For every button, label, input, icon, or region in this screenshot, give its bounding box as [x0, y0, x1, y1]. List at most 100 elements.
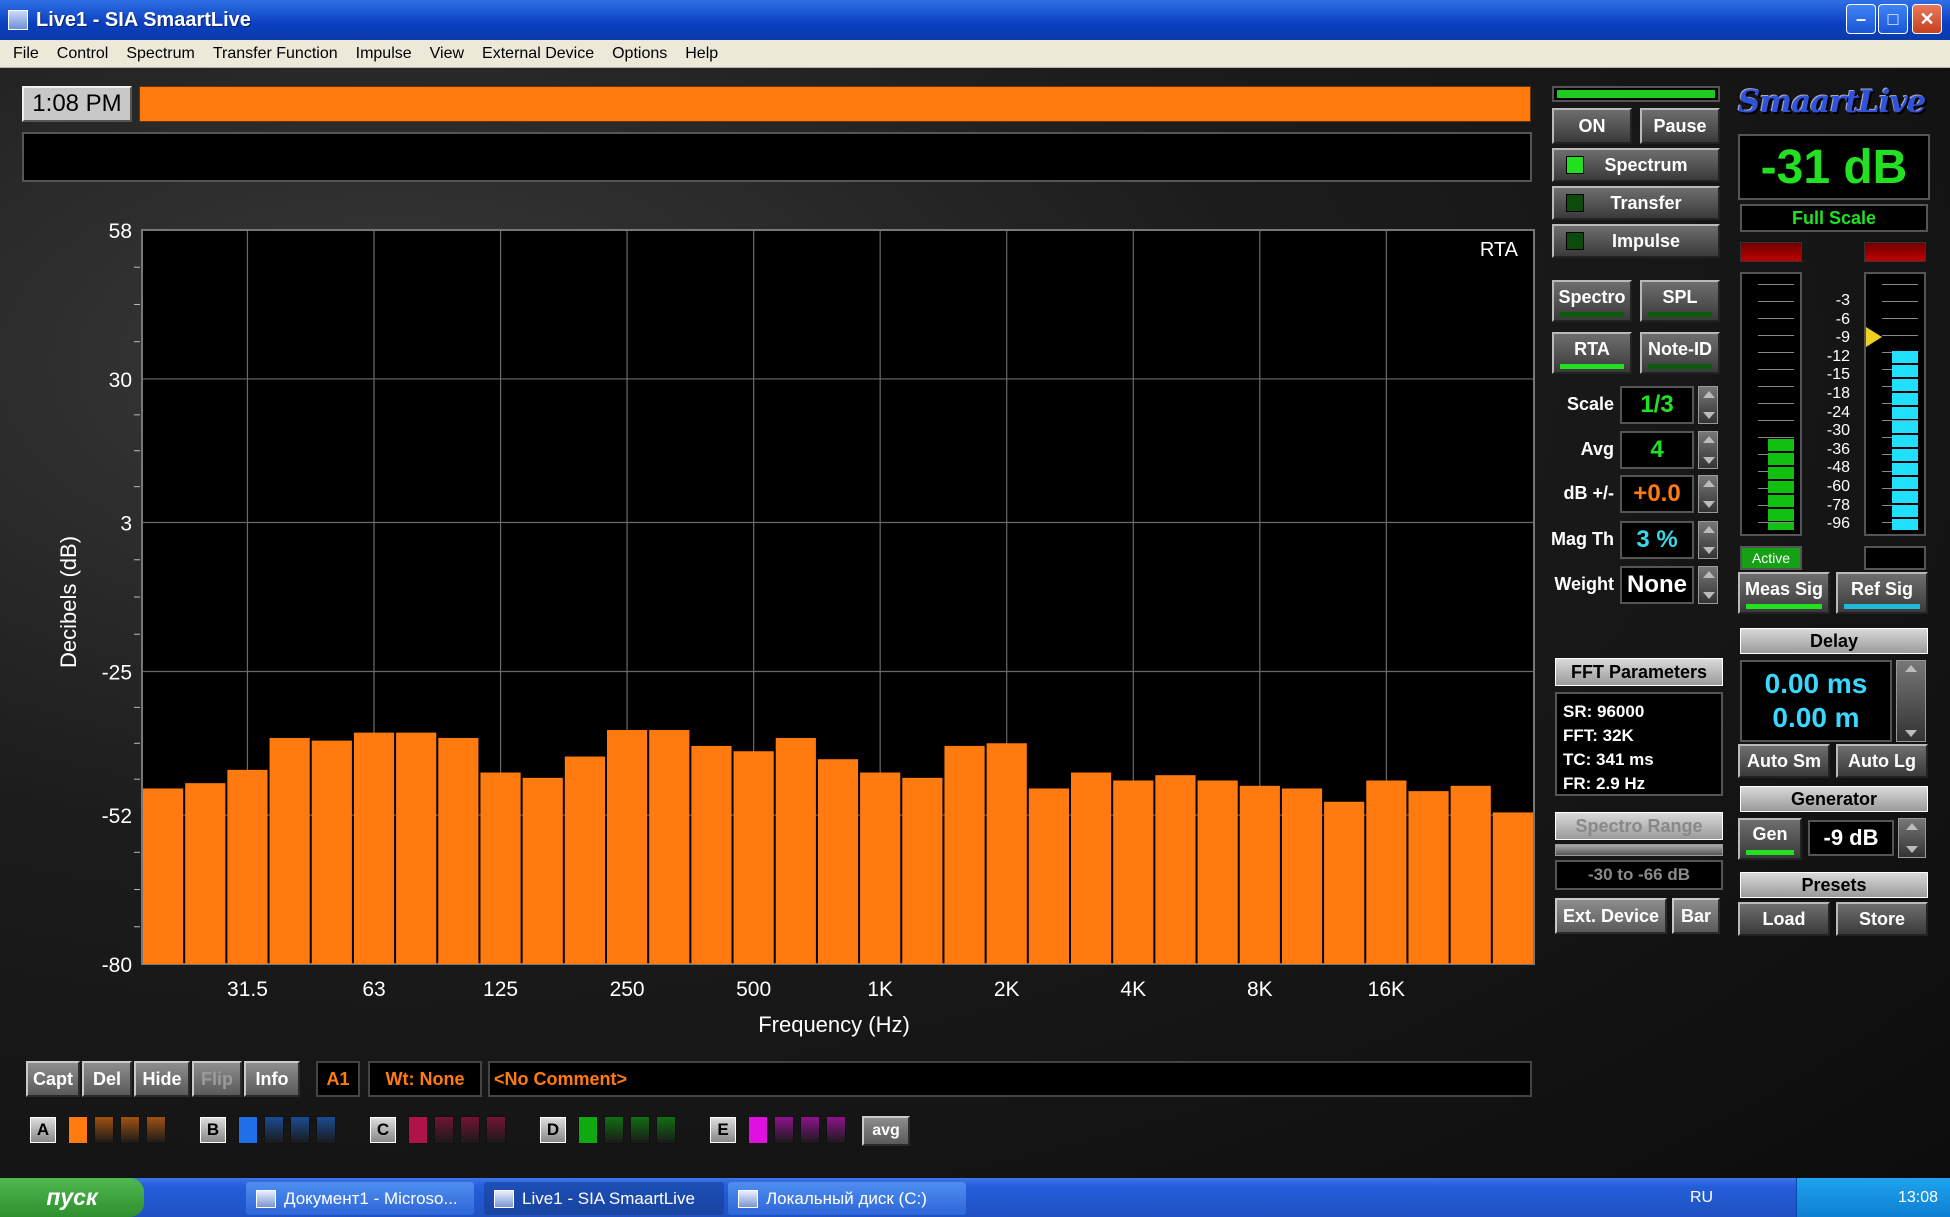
- start-button[interactable]: пуск: [0, 1178, 144, 1217]
- generator-header-button[interactable]: Generator: [1740, 786, 1928, 812]
- avg-spinner[interactable]: [1698, 431, 1718, 469]
- weight-up-icon[interactable]: [1703, 571, 1715, 578]
- rta-button[interactable]: RTA: [1552, 332, 1632, 374]
- spectrograph-button[interactable]: Spectro: [1552, 280, 1632, 322]
- bank-c-slot-1[interactable]: [408, 1116, 428, 1144]
- info-button[interactable]: Info: [244, 1061, 300, 1097]
- gen-button[interactable]: Gen: [1738, 818, 1802, 860]
- bank-b-slot-2[interactable]: [264, 1116, 284, 1144]
- bank-b-button[interactable]: B: [200, 1117, 226, 1143]
- gen-down-icon[interactable]: [1906, 846, 1918, 853]
- delete-button[interactable]: Del: [82, 1061, 132, 1097]
- scale-value[interactable]: 1/3: [1620, 386, 1694, 424]
- spectro-range-slider[interactable]: [1555, 844, 1723, 856]
- bank-d-button[interactable]: D: [540, 1117, 566, 1143]
- fft-parameters-button[interactable]: FFT Parameters: [1555, 658, 1723, 686]
- bank-e-slot-3[interactable]: [800, 1116, 820, 1144]
- delay-header-button[interactable]: Delay: [1740, 628, 1928, 654]
- close-button[interactable]: ✕: [1912, 4, 1942, 34]
- avg-down-icon[interactable]: [1703, 457, 1715, 464]
- generator-level[interactable]: -9 dB: [1808, 820, 1894, 856]
- bank-e-slot-4[interactable]: [826, 1116, 846, 1144]
- flip-button[interactable]: Flip: [192, 1061, 242, 1097]
- bank-d-slot-3[interactable]: [630, 1116, 650, 1144]
- transfer-mode-button[interactable]: Transfer: [1552, 186, 1720, 220]
- rta-graph[interactable]: 58 30 3 -25 -52 -80 31.5 63 125 250 500 1K 2K 4K 8K 16…: [0, 210, 1540, 1050]
- db-offset-value[interactable]: +0.0: [1620, 475, 1694, 513]
- bank-a-slot-2[interactable]: [94, 1116, 114, 1144]
- title-bar[interactable]: Live1 - SIA SmaartLive – □ ✕: [0, 0, 1950, 40]
- bank-a-slot-1[interactable]: [68, 1116, 88, 1144]
- auto-sm-button[interactable]: Auto Sm: [1738, 744, 1830, 778]
- ref-sig-button[interactable]: Ref Sig: [1836, 572, 1928, 614]
- language-indicator[interactable]: RU: [1690, 1189, 1713, 1207]
- pause-button[interactable]: Pause: [1640, 108, 1720, 144]
- bar-button[interactable]: Bar: [1672, 898, 1720, 934]
- task-word-document[interactable]: Документ1 - Microso...: [246, 1182, 474, 1215]
- average-button[interactable]: avg: [862, 1116, 910, 1146]
- weight-spinner[interactable]: [1698, 566, 1718, 604]
- avg-value[interactable]: 4: [1620, 431, 1694, 469]
- presets-header-button[interactable]: Presets: [1740, 872, 1928, 898]
- tray-clock[interactable]: 13:08: [1898, 1189, 1938, 1207]
- weight-down-icon[interactable]: [1703, 592, 1715, 599]
- menu-impulse[interactable]: Impulse: [347, 45, 421, 63]
- menu-file[interactable]: File: [4, 45, 48, 63]
- magth-up-icon[interactable]: [1703, 526, 1715, 533]
- bank-c-slot-2[interactable]: [434, 1116, 454, 1144]
- scale-down-icon[interactable]: [1703, 412, 1715, 419]
- generator-spinner[interactable]: [1898, 818, 1926, 858]
- spl-button[interactable]: SPL: [1640, 280, 1720, 322]
- menu-view[interactable]: View: [421, 45, 473, 63]
- menu-transfer-function[interactable]: Transfer Function: [204, 45, 347, 63]
- on-button[interactable]: ON: [1552, 108, 1632, 144]
- bank-b-slot-1[interactable]: [238, 1116, 258, 1144]
- bank-d-slot-4[interactable]: [656, 1116, 676, 1144]
- hide-button[interactable]: Hide: [134, 1061, 190, 1097]
- menu-external-device[interactable]: External Device: [473, 45, 603, 63]
- comment-field[interactable]: <No Comment>: [488, 1061, 1532, 1097]
- avg-up-icon[interactable]: [1703, 436, 1715, 443]
- bank-c-slot-4[interactable]: [486, 1116, 506, 1144]
- bank-e-slot-2[interactable]: [774, 1116, 794, 1144]
- load-button[interactable]: Load: [1738, 902, 1830, 936]
- bank-c-button[interactable]: C: [370, 1117, 396, 1143]
- menu-spectrum[interactable]: Spectrum: [117, 45, 203, 63]
- menu-options[interactable]: Options: [603, 45, 676, 63]
- weight-value[interactable]: None: [1620, 566, 1694, 604]
- bank-c-slot-3[interactable]: [460, 1116, 480, 1144]
- delay-spinner[interactable]: [1896, 660, 1926, 742]
- bank-d-slot-1[interactable]: [578, 1116, 598, 1144]
- bank-e-slot-1[interactable]: [748, 1116, 768, 1144]
- capture-button[interactable]: Capt: [26, 1061, 80, 1097]
- store-button[interactable]: Store: [1836, 902, 1928, 936]
- task-smaartlive[interactable]: Live1 - SIA SmaartLive: [484, 1182, 724, 1215]
- magth-down-icon[interactable]: [1703, 547, 1715, 554]
- impulse-mode-button[interactable]: Impulse: [1552, 224, 1720, 258]
- bank-a-slot-4[interactable]: [146, 1116, 166, 1144]
- note-id-button[interactable]: Note-ID: [1640, 332, 1720, 374]
- menu-control[interactable]: Control: [48, 45, 118, 63]
- bank-d-slot-2[interactable]: [604, 1116, 624, 1144]
- spectro-range-button[interactable]: Spectro Range: [1555, 812, 1723, 840]
- gen-up-icon[interactable]: [1906, 823, 1918, 830]
- external-device-button[interactable]: Ext. Device: [1555, 898, 1667, 934]
- task-local-disk[interactable]: Локальный диск (C:): [728, 1182, 966, 1215]
- bank-b-slot-4[interactable]: [316, 1116, 336, 1144]
- delay-up-icon[interactable]: [1905, 665, 1917, 672]
- db-down-icon[interactable]: [1703, 501, 1715, 508]
- scale-up-icon[interactable]: [1703, 391, 1715, 398]
- bank-e-button[interactable]: E: [710, 1117, 736, 1143]
- meas-sig-button[interactable]: Meas Sig: [1738, 572, 1830, 614]
- mag-threshold-spinner[interactable]: [1698, 521, 1718, 559]
- scale-spinner[interactable]: [1698, 386, 1718, 424]
- mag-threshold-value[interactable]: 3 %: [1620, 521, 1694, 559]
- spectrum-mode-button[interactable]: Spectrum: [1552, 148, 1720, 182]
- auto-lg-button[interactable]: Auto Lg: [1836, 744, 1928, 778]
- delay-down-icon[interactable]: [1905, 730, 1917, 737]
- db-offset-spinner[interactable]: [1698, 475, 1718, 513]
- minimize-button[interactable]: –: [1846, 4, 1876, 34]
- maximize-button[interactable]: □: [1878, 4, 1908, 34]
- bank-b-slot-3[interactable]: [290, 1116, 310, 1144]
- bank-a-slot-3[interactable]: [120, 1116, 140, 1144]
